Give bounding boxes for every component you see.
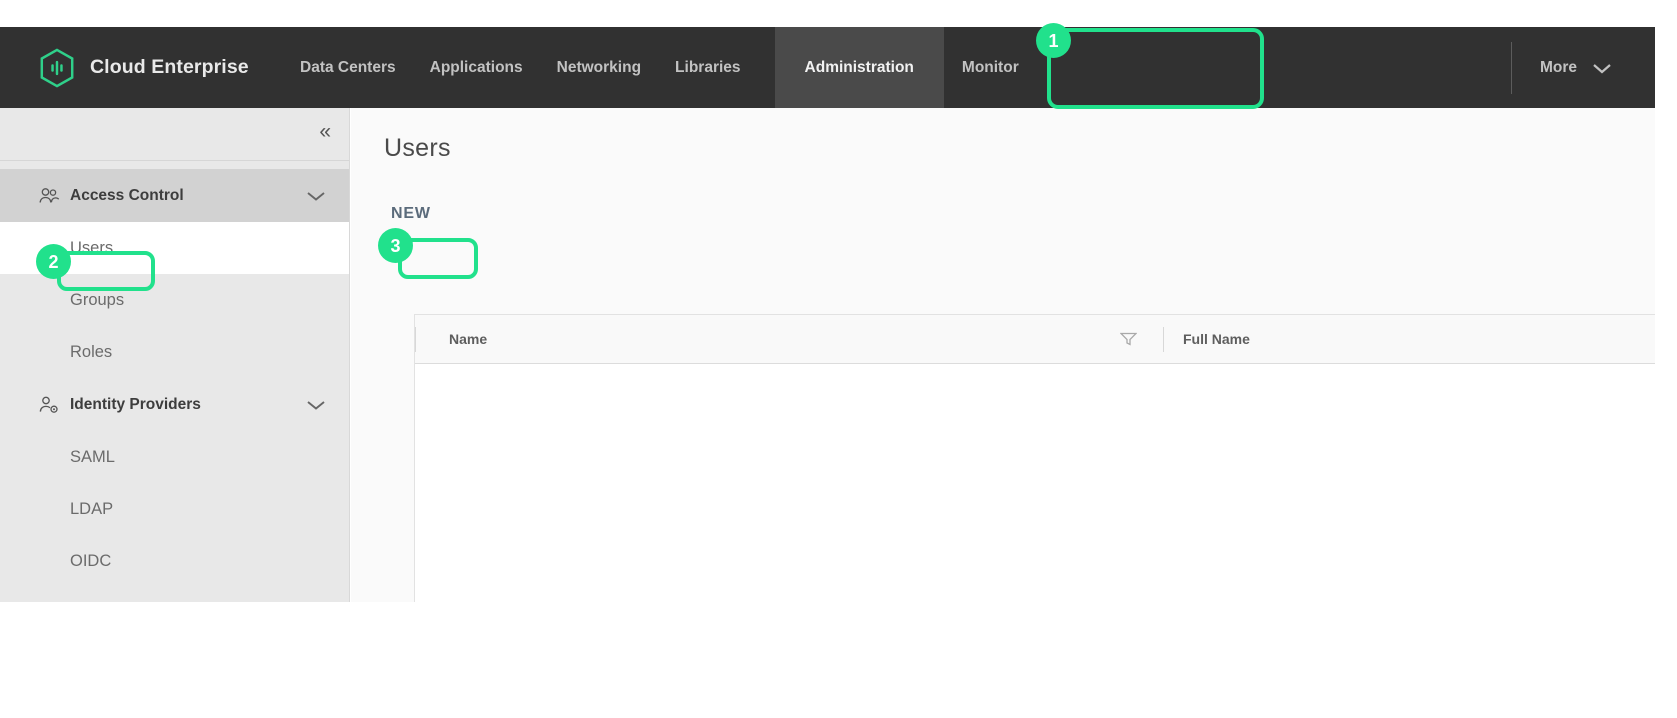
table-header-row: Name Full Name	[415, 315, 1655, 364]
nav-item-list: Data Centers Applications Networking Lib…	[300, 27, 1053, 108]
nav-item-administration[interactable]: Administration	[774, 27, 944, 108]
sidebar-item-saml[interactable]: SAML	[0, 431, 349, 483]
double-chevron-left-icon[interactable]: «	[319, 121, 331, 143]
table-column-full-name[interactable]: Full Name	[1163, 315, 1250, 364]
nav-item-applications[interactable]: Applications	[430, 27, 523, 108]
nav-item-networking[interactable]: Networking	[557, 27, 641, 108]
main-content: Users NEW Name Full Name	[351, 108, 1655, 602]
sidebar-group-access-control[interactable]: Access Control	[0, 169, 349, 222]
users-table: Name Full Name	[414, 314, 1655, 602]
nav-item-libraries[interactable]: Libraries	[675, 27, 740, 108]
sidebar-group-identity-providers[interactable]: Identity Providers	[0, 378, 349, 431]
table-column-full-name-label: Full Name	[1183, 331, 1250, 347]
filter-icon[interactable]	[1120, 332, 1137, 346]
sidebar-group-label: Access Control	[70, 186, 184, 204]
step-badge-3: 3	[378, 228, 413, 263]
hexagon-signal-logo-icon	[38, 48, 76, 88]
nav-right-section: More	[1489, 27, 1655, 108]
sidebar-item-roles[interactable]: Roles	[0, 326, 349, 378]
sidebar-item-groups[interactable]: Groups	[0, 274, 349, 326]
table-body	[415, 364, 1655, 602]
table-column-name[interactable]: Name	[415, 315, 1163, 364]
sidebar-item-oidc[interactable]: OIDC	[0, 535, 349, 587]
brand-title: Cloud Enterprise	[90, 56, 249, 78]
table-column-name-label: Name	[449, 331, 488, 347]
page-title: Users	[384, 134, 451, 162]
column-separator	[415, 326, 416, 352]
nav-item-more[interactable]: More	[1540, 27, 1577, 108]
chevron-down-icon[interactable]	[305, 398, 327, 411]
sidebar-group-label: Identity Providers	[70, 395, 201, 413]
sidebar-item-ldap[interactable]: LDAP	[0, 483, 349, 535]
users-group-icon	[38, 185, 60, 207]
step-badge-1: 1	[1036, 23, 1071, 58]
new-button[interactable]: NEW	[385, 201, 437, 227]
application-window: Cloud Enterprise Data Centers Applicatio…	[0, 27, 1655, 602]
nav-item-monitor[interactable]: Monitor	[962, 27, 1019, 108]
sidebar-collapse-row: «	[0, 108, 349, 161]
nav-divider	[1510, 41, 1512, 94]
step-badge-2: 2	[36, 244, 71, 279]
nav-item-data-centers[interactable]: Data Centers	[300, 27, 396, 108]
brand[interactable]: Cloud Enterprise	[0, 48, 300, 88]
chevron-down-icon[interactable]	[305, 189, 327, 202]
body-row: « Access Control Users Groups Roles Iden…	[0, 108, 1655, 602]
user-settings-icon	[38, 394, 60, 416]
chevron-down-icon[interactable]	[1591, 61, 1613, 75]
column-separator	[1163, 326, 1164, 352]
top-navigation-bar: Cloud Enterprise Data Centers Applicatio…	[0, 27, 1655, 108]
sidebar: « Access Control Users Groups Roles Iden…	[0, 108, 350, 602]
